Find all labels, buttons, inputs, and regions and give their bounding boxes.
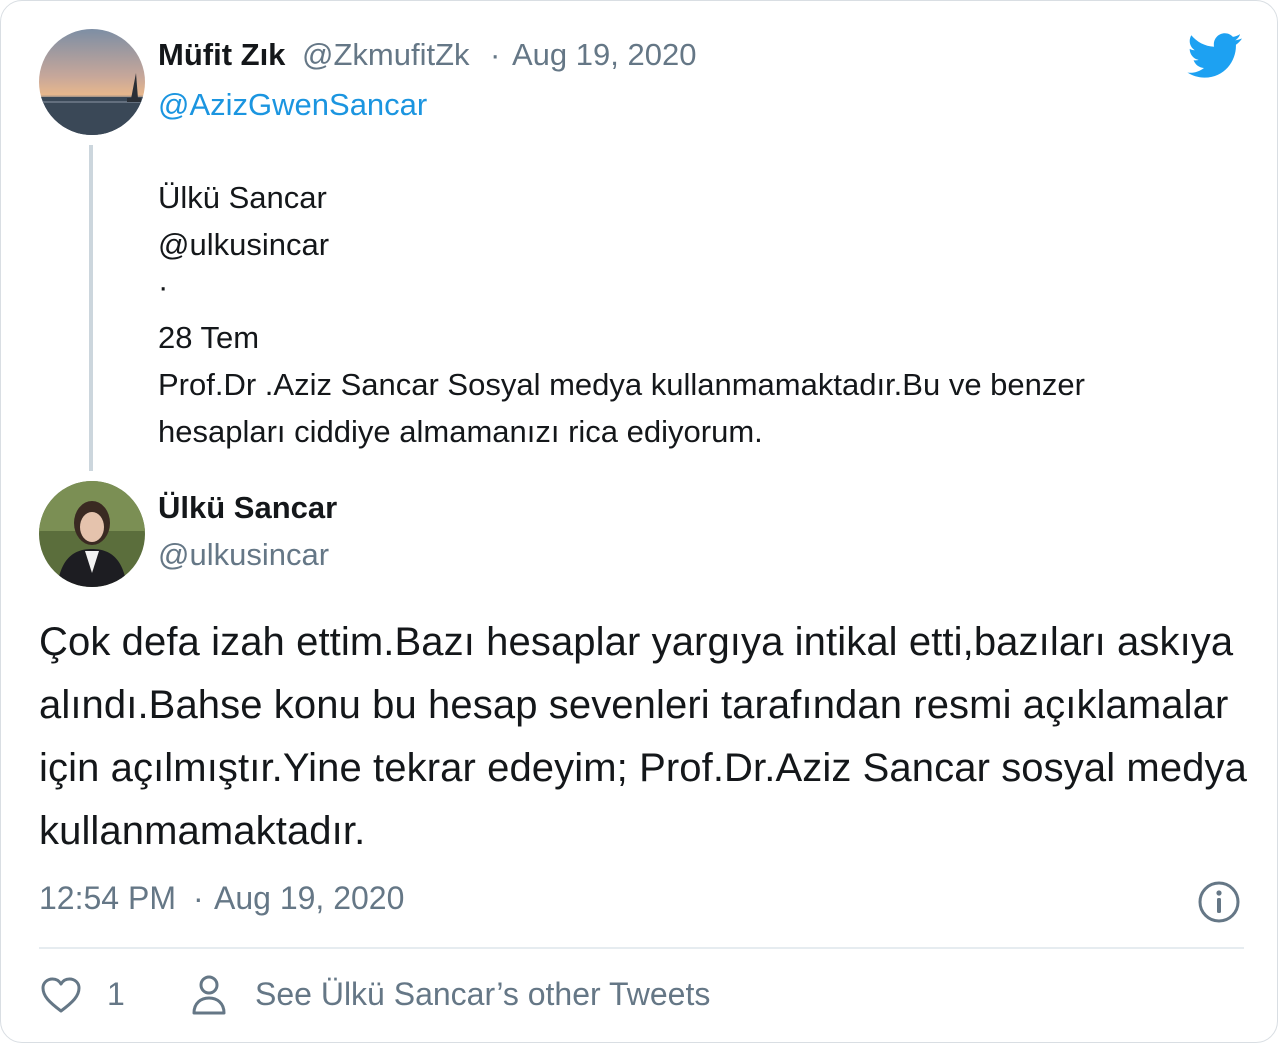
like-count[interactable]: 1 [107,976,125,1013]
main-tweet-time[interactable]: 12:54 PM [39,880,176,917]
main-tweet-date[interactable]: Aug 19, 2020 [214,880,404,917]
quoted-text-line2: hesapları ciddiye almamanızı rica ediyor… [158,414,763,449]
quoted-dot: · [158,269,169,304]
parent-author-name[interactable]: Müfit Zık [158,37,285,73]
footer-divider [39,947,1244,949]
main-author-name[interactable]: Ülkü Sancar [158,490,337,526]
main-date-separator: · [193,880,204,916]
main-author-handle[interactable]: @ulkusincar [158,537,329,573]
parent-author-avatar[interactable] [39,29,145,135]
quoted-handle-link[interactable]: @ulkusincar [158,227,329,263]
main-tweet-text: Çok defa izah ettim.Bazı hesaplar yargıy… [39,620,1247,853]
quoted-text-line1: Prof.Dr .Aziz Sancar Sosyal medya kullan… [158,367,1085,402]
reply-mention-link[interactable]: @AzizGwenSancar [158,87,427,123]
thread-connector-line [89,145,93,471]
quoted-name: Ülkü Sancar [158,180,327,215]
quoted-date: 28 Tem [158,320,260,355]
person-icon[interactable] [189,973,229,1017]
see-other-tweets-link[interactable]: See Ülkü Sancar’s other Tweets [255,976,710,1013]
tweet-card: Müfit Zık @ZkmufitZk · Aug 19, 2020 @Azi… [0,0,1278,1043]
parent-date-separator: · [490,37,501,72]
info-icon[interactable] [1197,880,1241,924]
twitter-bird-icon[interactable] [1187,33,1243,79]
parent-tweet-date[interactable]: Aug 19, 2020 [512,37,696,73]
main-author-avatar[interactable] [39,481,145,587]
parent-author-handle[interactable]: @ZkmufitZk [302,37,470,73]
heart-icon[interactable] [39,975,83,1015]
